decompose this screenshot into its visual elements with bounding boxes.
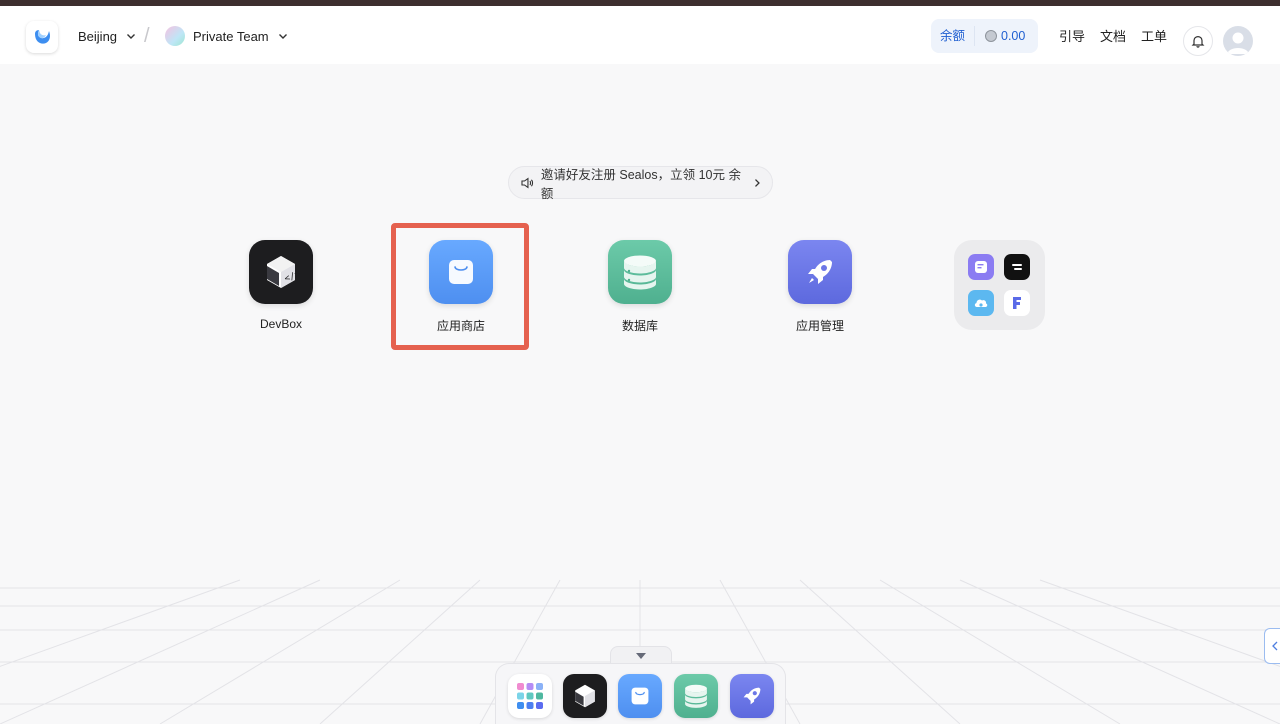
f-logo-icon (1004, 290, 1030, 316)
app-database[interactable]: 数据库 (580, 240, 700, 333)
speaker-icon (521, 176, 534, 189)
devbox-cube-icon: </> (249, 240, 313, 304)
dock-toggle[interactable] (610, 646, 672, 664)
rocket-icon (743, 687, 761, 705)
team-label: Private Team (193, 28, 269, 44)
shopping-bag-icon (631, 687, 649, 705)
cloud-icon (968, 290, 994, 316)
chevron-left-icon (1271, 641, 1277, 651)
balance-value-wrap: 0.00 (975, 29, 1025, 43)
coin-icon (985, 30, 997, 42)
app-devbox[interactable]: </> DevBox (221, 240, 341, 331)
invite-text: 邀请好友注册 Sealos，立领 10元 余额 (540, 167, 741, 201)
database-icon (685, 684, 707, 708)
devbox-cube-icon (575, 684, 595, 708)
team-selector[interactable]: Private Team (165, 24, 289, 48)
database-icon (608, 240, 672, 304)
dock-app-grid[interactable] (508, 674, 552, 718)
invite-banner[interactable]: 邀请好友注册 Sealos，立领 10元 余额 (508, 166, 773, 201)
top-header: Beijing / Private Team 余额 0.00 引导 文档 工单 (0, 6, 1280, 64)
app-label: 应用管理 (795, 319, 844, 333)
bell-icon (1191, 35, 1205, 48)
dock (495, 663, 786, 724)
nav-docs-link[interactable]: 文档 (1100, 26, 1126, 45)
sealos-logo-icon (35, 30, 50, 44)
nav-ticket-link[interactable]: 工单 (1141, 26, 1167, 45)
balance-value: 0.00 (1001, 29, 1026, 43)
chevron-down-icon (127, 34, 136, 39)
app-management[interactable]: 应用管理 (760, 240, 880, 333)
terminal-icon (1004, 254, 1030, 280)
nav-guide-link[interactable]: 引导 (1059, 26, 1085, 45)
dock-app-management[interactable] (730, 674, 774, 718)
dock-app-store[interactable] (618, 674, 662, 718)
region-selector[interactable]: Beijing (78, 24, 137, 48)
balance-label: 余额 (931, 26, 975, 46)
app-label: 数据库 (621, 319, 658, 333)
region-label: Beijing (78, 28, 118, 44)
app-label: DevBox (259, 317, 303, 331)
caret-down-icon (636, 652, 646, 659)
balance-widget[interactable]: 余额 0.00 (931, 19, 1038, 53)
user-avatar-icon (1227, 32, 1249, 54)
dock-devbox[interactable] (563, 674, 607, 718)
note-icon (968, 254, 994, 280)
chevron-right-icon (755, 178, 760, 187)
side-panel-toggle[interactable] (1264, 628, 1280, 664)
sealos-logo[interactable] (26, 21, 58, 53)
team-avatar (165, 26, 185, 46)
notification-button[interactable] (1183, 26, 1213, 56)
breadcrumb-separator: / (144, 25, 150, 47)
shopping-bag-icon (429, 240, 493, 304)
rocket-icon (788, 240, 852, 304)
chevron-down-icon (278, 34, 287, 39)
app-folder[interactable] (954, 240, 1045, 330)
dock-database[interactable] (674, 674, 718, 718)
app-label: 应用商店 (436, 319, 485, 333)
app-store[interactable]: 应用商店 (401, 240, 521, 333)
app-grid-icon (517, 683, 543, 709)
user-avatar[interactable] (1223, 26, 1253, 56)
